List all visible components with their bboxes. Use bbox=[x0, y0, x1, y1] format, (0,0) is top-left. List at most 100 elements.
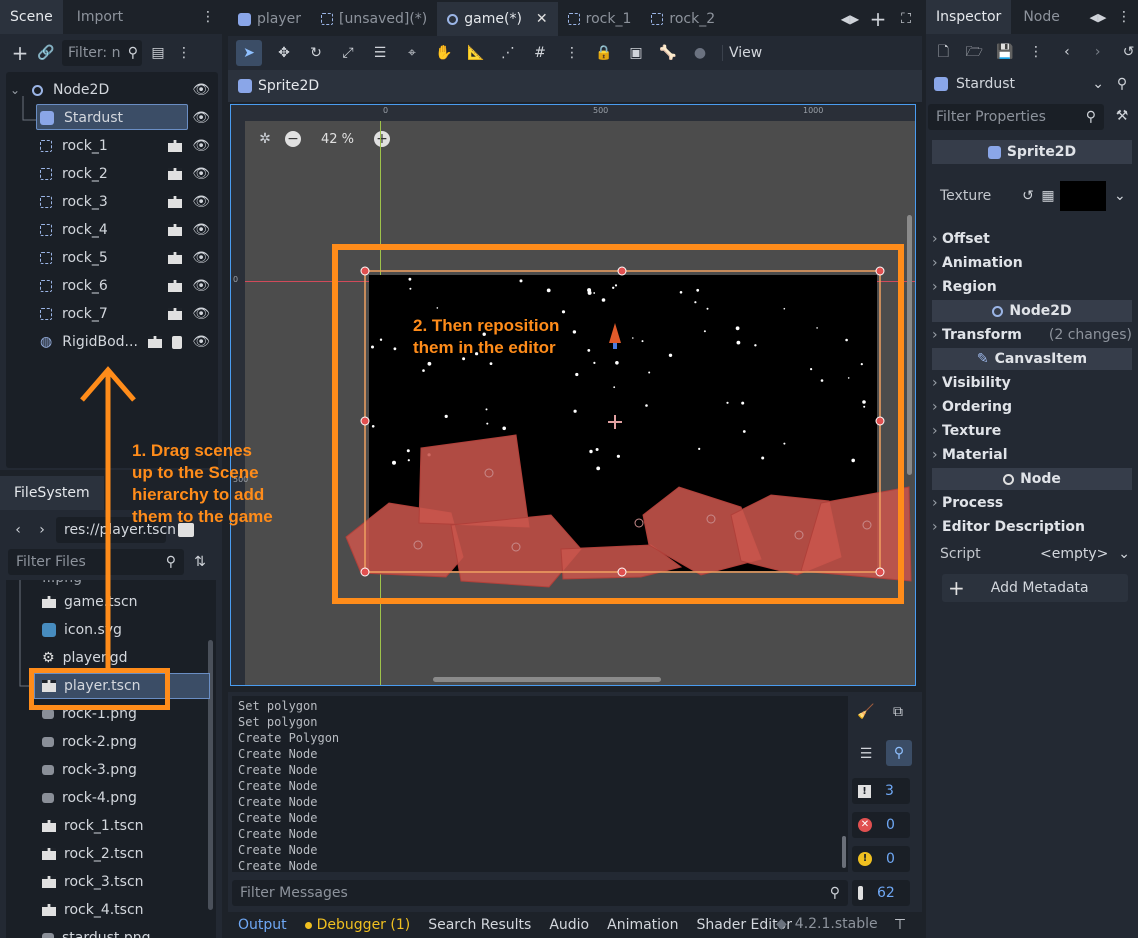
version-label[interactable]: ◆ 4.2.1.stable bbox=[776, 916, 878, 932]
fs-item[interactable]: stardust.png bbox=[42, 924, 151, 938]
camera-icon[interactable]: ● bbox=[690, 43, 710, 63]
scene-tree-item[interactable]: rock_7 👁 bbox=[6, 300, 216, 328]
more-icon[interactable]: ⋮ bbox=[1027, 42, 1046, 62]
kebab-menu-icon[interactable]: ⋮ bbox=[198, 7, 218, 27]
inspector-group[interactable]: › Ordering bbox=[932, 395, 1132, 419]
fullscreen-icon[interactable]: ⛶ bbox=[896, 9, 916, 29]
fs-item[interactable]: rock_2.tscn bbox=[42, 840, 144, 868]
property-tools-icon[interactable]: ⚒ bbox=[1112, 106, 1132, 126]
forward-icon[interactable]: › bbox=[32, 520, 52, 540]
view-menu[interactable]: View bbox=[722, 45, 768, 61]
smart-snap-icon[interactable]: ⋰ bbox=[498, 43, 518, 63]
editor-tab[interactable]: rock_1 bbox=[558, 2, 642, 36]
bottom-tab[interactable]: Debugger (1) bbox=[304, 917, 410, 933]
open-scene-icon[interactable] bbox=[148, 336, 163, 348]
snap-options-icon[interactable]: ⋮ bbox=[562, 43, 582, 63]
object-selector[interactable]: Stardust ⌄ bbox=[930, 70, 1104, 98]
script-add-icon[interactable]: ▤ bbox=[148, 43, 168, 63]
scene-tree-item[interactable]: ⌄ Node2D 👁 bbox=[6, 76, 216, 104]
counter-errors[interactable]: ✕ 0 bbox=[852, 812, 910, 838]
scroll-tabs-icon[interactable]: ◀▶ bbox=[1086, 7, 1110, 27]
scene-tree-item[interactable]: rock_4 👁 bbox=[6, 216, 216, 244]
inspector-group[interactable]: › Region bbox=[932, 275, 1132, 299]
new-resource-icon[interactable]: 🗋 bbox=[934, 42, 953, 62]
inspector-group[interactable]: › Offset bbox=[932, 227, 1132, 251]
collapse-icon[interactable]: ☰ bbox=[856, 744, 876, 764]
pin-panel-icon[interactable]: ⊤ bbox=[890, 915, 910, 935]
kebab-menu-icon[interactable]: ⋮ bbox=[1114, 7, 1134, 27]
pivot-tool-icon[interactable]: ⌖ bbox=[402, 43, 422, 63]
filter-messages-input[interactable]: Filter Messages ⚲ bbox=[232, 880, 848, 906]
visibility-eye-icon[interactable]: 👁 bbox=[192, 306, 210, 322]
search-toggle-icon[interactable]: ⚲ bbox=[886, 740, 912, 766]
editor-tab[interactable]: [unsaved](*) bbox=[311, 2, 437, 36]
copy-output-icon[interactable]: ⧉ bbox=[888, 702, 908, 722]
group-icon[interactable]: ▣ bbox=[626, 43, 646, 63]
editor-tab[interactable]: game(*) ✕ bbox=[437, 2, 558, 36]
scene-tree-item[interactable]: rock_5 👁 bbox=[6, 244, 216, 272]
add-tab-icon[interactable]: + bbox=[868, 9, 888, 29]
inspector-group[interactable]: › Animation bbox=[932, 251, 1132, 275]
open-scene-icon[interactable] bbox=[168, 252, 183, 264]
visibility-eye-icon[interactable]: 👁 bbox=[192, 222, 210, 238]
bottom-tab[interactable]: Audio bbox=[549, 917, 589, 933]
inspector-group[interactable]: › Editor Description bbox=[932, 515, 1132, 539]
add-node-icon[interactable]: + bbox=[10, 43, 30, 63]
bottom-tab[interactable]: Search Results bbox=[428, 917, 531, 933]
select-tool-icon[interactable]: ➤ bbox=[236, 40, 262, 66]
scene-tree-item[interactable]: Stardust 👁 bbox=[6, 104, 216, 132]
visibility-eye-icon[interactable]: 👁 bbox=[192, 82, 210, 98]
open-scene-icon[interactable] bbox=[168, 224, 183, 236]
history-icon[interactable]: ↺ bbox=[1119, 42, 1138, 62]
open-scene-icon[interactable] bbox=[168, 308, 183, 320]
visibility-eye-icon[interactable]: 👁 bbox=[192, 250, 210, 266]
tab-scene[interactable]: Scene bbox=[0, 0, 63, 34]
open-folder-icon[interactable]: 🗁 bbox=[965, 42, 984, 62]
fs-item[interactable]: rock_4.tscn bbox=[42, 896, 144, 924]
sort-icon[interactable]: ⇅ bbox=[190, 552, 210, 572]
back-icon[interactable]: ‹ bbox=[8, 520, 28, 540]
chevron-down-icon[interactable]: ⌄ bbox=[1118, 546, 1130, 562]
visibility-eye-icon[interactable]: 👁 bbox=[192, 278, 210, 294]
move-tool-icon[interactable]: ✥ bbox=[274, 43, 294, 63]
open-scene-icon[interactable] bbox=[168, 168, 183, 180]
open-scene-icon[interactable] bbox=[168, 280, 183, 292]
counter-other[interactable]: 62 bbox=[852, 880, 910, 906]
inspector-group[interactable]: › Material bbox=[932, 443, 1132, 467]
checker-icon[interactable]: ▦ bbox=[1038, 186, 1058, 206]
list-select-icon[interactable]: ☰ bbox=[370, 43, 390, 63]
scene-tree-item[interactable]: rock_6 👁 bbox=[6, 272, 216, 300]
tab-sprite2d[interactable]: Sprite2D bbox=[228, 70, 922, 102]
node-connect-icon[interactable]: ⚲ bbox=[1112, 74, 1132, 94]
fs-item[interactable]: rock-3.png bbox=[42, 756, 137, 784]
tab-inspector[interactable]: Inspector bbox=[926, 0, 1012, 34]
open-scene-icon[interactable] bbox=[168, 140, 183, 152]
log-scrollbar[interactable] bbox=[842, 836, 846, 868]
script-icon[interactable] bbox=[172, 335, 183, 349]
forward-icon[interactable]: › bbox=[1088, 42, 1107, 62]
open-scene-icon[interactable] bbox=[168, 196, 183, 208]
fs-item[interactable]: rock-2.png bbox=[42, 728, 137, 756]
save-icon[interactable]: 💾 bbox=[996, 42, 1015, 62]
scroll-tabs-icon[interactable]: ◀▶ bbox=[840, 9, 860, 29]
scene-tree-item[interactable]: rock_3 👁 bbox=[6, 188, 216, 216]
scene-tree-item[interactable]: rock_2 👁 bbox=[6, 160, 216, 188]
visibility-eye-icon[interactable]: 👁 bbox=[192, 334, 210, 350]
scale-tool-icon[interactable]: ⤢ bbox=[338, 43, 358, 63]
inspector-group[interactable]: › Process bbox=[932, 491, 1132, 515]
rotate-tool-icon[interactable]: ↻ bbox=[306, 43, 326, 63]
link-icon[interactable]: 🔗 bbox=[36, 43, 56, 63]
counter-messages[interactable]: ! 3 bbox=[852, 778, 910, 804]
inspector-group[interactable]: › Texture bbox=[932, 419, 1132, 443]
chevron-down-icon[interactable]: ⌄ bbox=[10, 83, 26, 97]
bone-icon[interactable]: 🦴 bbox=[658, 43, 678, 63]
more-icon[interactable]: ⋮ bbox=[174, 43, 194, 63]
group-transform[interactable]: › Transform (2 changes) bbox=[932, 323, 1132, 347]
script-value[interactable]: <empty> bbox=[1040, 546, 1118, 562]
visibility-eye-icon[interactable]: 👁 bbox=[192, 166, 210, 182]
scene-tree-item[interactable]: rock_1 👁 bbox=[6, 132, 216, 160]
revert-icon[interactable]: ↺ bbox=[1018, 186, 1038, 206]
visibility-eye-icon[interactable]: 👁 bbox=[192, 138, 210, 154]
counter-warnings[interactable]: ! 0 bbox=[852, 846, 910, 872]
pan-tool-icon[interactable]: ✋ bbox=[434, 43, 454, 63]
